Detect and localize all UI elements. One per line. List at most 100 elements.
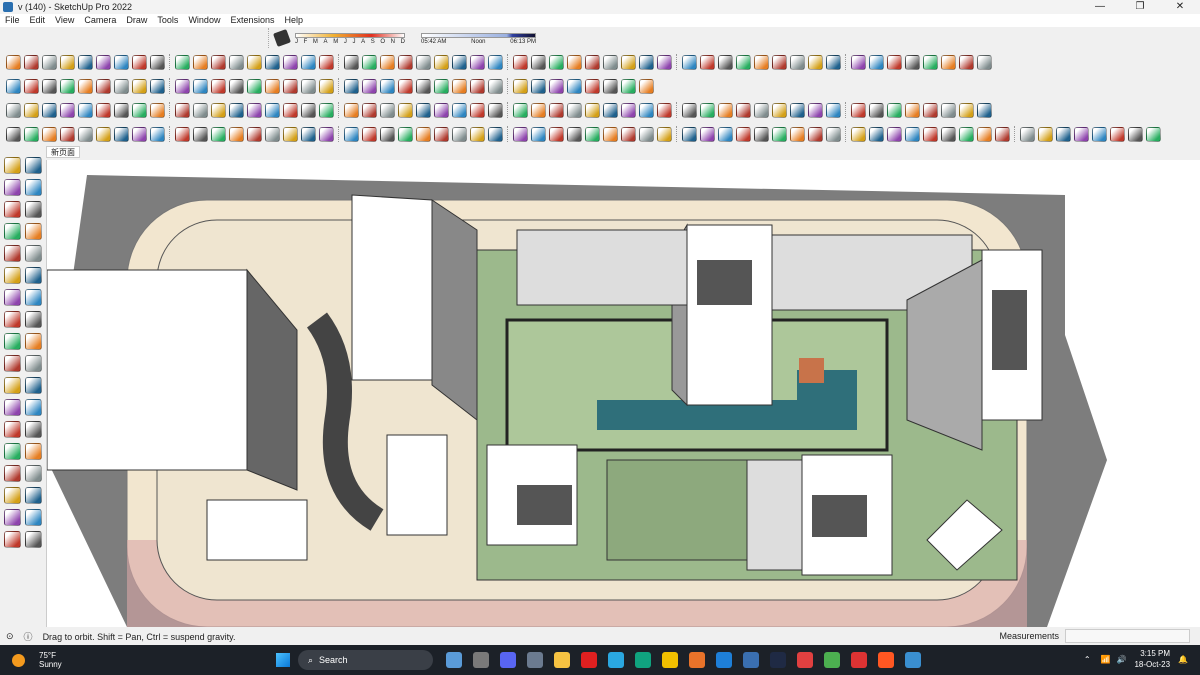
tool-3-28-icon[interactable] [530, 78, 546, 94]
volume-icon[interactable]: 🔊 [1116, 655, 1126, 664]
tool-1-32-icon[interactable] [602, 54, 618, 70]
tool-1-49-icon[interactable] [922, 54, 938, 70]
tool-5-23-icon[interactable] [433, 102, 449, 118]
tool-5-28-icon[interactable] [530, 102, 546, 118]
tool-5-43-icon[interactable] [807, 102, 823, 118]
tool-1-1-icon[interactable] [23, 54, 39, 70]
tool-5-40-icon[interactable] [753, 102, 769, 118]
tool-1-35-icon[interactable] [656, 54, 672, 70]
maximize-button[interactable]: ❐ [1120, 0, 1160, 14]
tool-7-23-icon[interactable] [433, 126, 449, 142]
tool-7-61-icon[interactable] [1145, 126, 1161, 142]
close-button[interactable]: ✕ [1160, 0, 1200, 14]
tool-7-17-icon[interactable] [318, 126, 334, 142]
tool-1-12-icon[interactable] [228, 54, 244, 70]
tool-3-32-icon[interactable] [602, 78, 618, 94]
tool-1-24-icon[interactable] [451, 54, 467, 70]
tool-3-14-icon[interactable] [264, 78, 280, 94]
measurements-input[interactable] [1065, 629, 1190, 643]
tool-5-51-icon[interactable] [958, 102, 974, 118]
text-icon[interactable] [25, 376, 42, 394]
tool-1-4-icon[interactable] [77, 54, 93, 70]
tool-3-6-icon[interactable] [113, 78, 129, 94]
tool-7-53-icon[interactable] [994, 126, 1010, 142]
move-icon[interactable] [4, 332, 21, 350]
tool-7-25-icon[interactable] [469, 126, 485, 142]
tool-1-11-icon[interactable] [210, 54, 226, 70]
taskbar-app-4-icon[interactable] [553, 652, 570, 668]
tool-1-17-icon[interactable] [318, 54, 334, 70]
follow-me-icon[interactable] [25, 310, 42, 328]
tool-7-35-icon[interactable] [656, 126, 672, 142]
tool-7-60-icon[interactable] [1127, 126, 1143, 142]
tool-7-24-icon[interactable] [451, 126, 467, 142]
menu-window[interactable]: Window [183, 14, 225, 27]
tool-5-16-icon[interactable] [300, 102, 316, 118]
tool-7-46-icon[interactable] [868, 126, 884, 142]
menu-view[interactable]: View [50, 14, 79, 27]
tool-3-9-icon[interactable] [174, 78, 190, 94]
tool-7-54-icon[interactable] [1019, 126, 1035, 142]
tool-1-42-icon[interactable] [789, 54, 805, 70]
tool-5-9-icon[interactable] [174, 102, 190, 118]
tool-3-22-icon[interactable] [415, 78, 431, 94]
menu-edit[interactable]: Edit [25, 14, 51, 27]
tool-1-27-icon[interactable] [512, 54, 528, 70]
protractor-icon[interactable] [4, 398, 21, 416]
menu-tools[interactable]: Tools [152, 14, 183, 27]
tool-1-30-icon[interactable] [566, 54, 582, 70]
look-around-icon[interactable] [25, 486, 42, 504]
tool-5-27-icon[interactable] [512, 102, 528, 118]
tool-1-19-icon[interactable] [361, 54, 377, 70]
offset-icon[interactable] [4, 310, 21, 328]
tool-1-20-icon[interactable] [379, 54, 395, 70]
tool-5-10-icon[interactable] [192, 102, 208, 118]
tool-1-33-icon[interactable] [620, 54, 636, 70]
tool-7-39-icon[interactable] [735, 126, 751, 142]
tool-1-47-icon[interactable] [886, 54, 902, 70]
tool-1-21-icon[interactable] [397, 54, 413, 70]
windows-start-icon[interactable] [276, 653, 290, 667]
tool-7-48-icon[interactable] [904, 126, 920, 142]
pan-icon[interactable] [25, 420, 42, 438]
tool-3-21-icon[interactable] [397, 78, 413, 94]
geolocation-icon[interactable]: ⊙ [6, 631, 14, 642]
tool-7-1-icon[interactable] [23, 126, 39, 142]
tool-1-0-icon[interactable] [5, 54, 21, 70]
tool-5-38-icon[interactable] [717, 102, 733, 118]
tool-1-9-icon[interactable] [174, 54, 190, 70]
tool-5-1-icon[interactable] [23, 102, 39, 118]
axes-icon[interactable] [25, 398, 42, 416]
tool-3-13-icon[interactable] [246, 78, 262, 94]
tool-3-16-icon[interactable] [300, 78, 316, 94]
tool-1-2-icon[interactable] [41, 54, 57, 70]
tool-5-8-icon[interactable] [149, 102, 165, 118]
tool-7-40-icon[interactable] [753, 126, 769, 142]
tool-1-18-icon[interactable] [343, 54, 359, 70]
tool-7-0-icon[interactable] [5, 126, 21, 142]
arc-icon[interactable] [4, 288, 21, 306]
tool-1-43-icon[interactable] [807, 54, 823, 70]
tool-5-11-icon[interactable] [210, 102, 226, 118]
tool-1-6-icon[interactable] [113, 54, 129, 70]
tool-5-5-icon[interactable] [95, 102, 111, 118]
tool-1-25-icon[interactable] [469, 54, 485, 70]
tool-5-31-icon[interactable] [584, 102, 600, 118]
tool-7-14-icon[interactable] [264, 126, 280, 142]
tool-7-18-icon[interactable] [343, 126, 359, 142]
weather-widget[interactable]: 75°F Sunny [12, 651, 62, 669]
chevron-up-icon[interactable]: ⌃ [1084, 655, 1091, 664]
move-tool-icon[interactable] [4, 200, 21, 218]
tool-5-4-icon[interactable] [77, 102, 93, 118]
tool-7-26-icon[interactable] [487, 126, 503, 142]
zoom-extents-icon[interactable] [4, 464, 21, 482]
tool-7-57-icon[interactable] [1073, 126, 1089, 142]
line-icon[interactable] [4, 222, 21, 240]
tool-1-51-icon[interactable] [958, 54, 974, 70]
tool-7-42-icon[interactable] [789, 126, 805, 142]
tool-7-12-icon[interactable] [228, 126, 244, 142]
footprints-icon[interactable] [4, 508, 21, 526]
tool-7-33-icon[interactable] [620, 126, 636, 142]
tool-5-2-icon[interactable] [41, 102, 57, 118]
tool-5-30-icon[interactable] [566, 102, 582, 118]
